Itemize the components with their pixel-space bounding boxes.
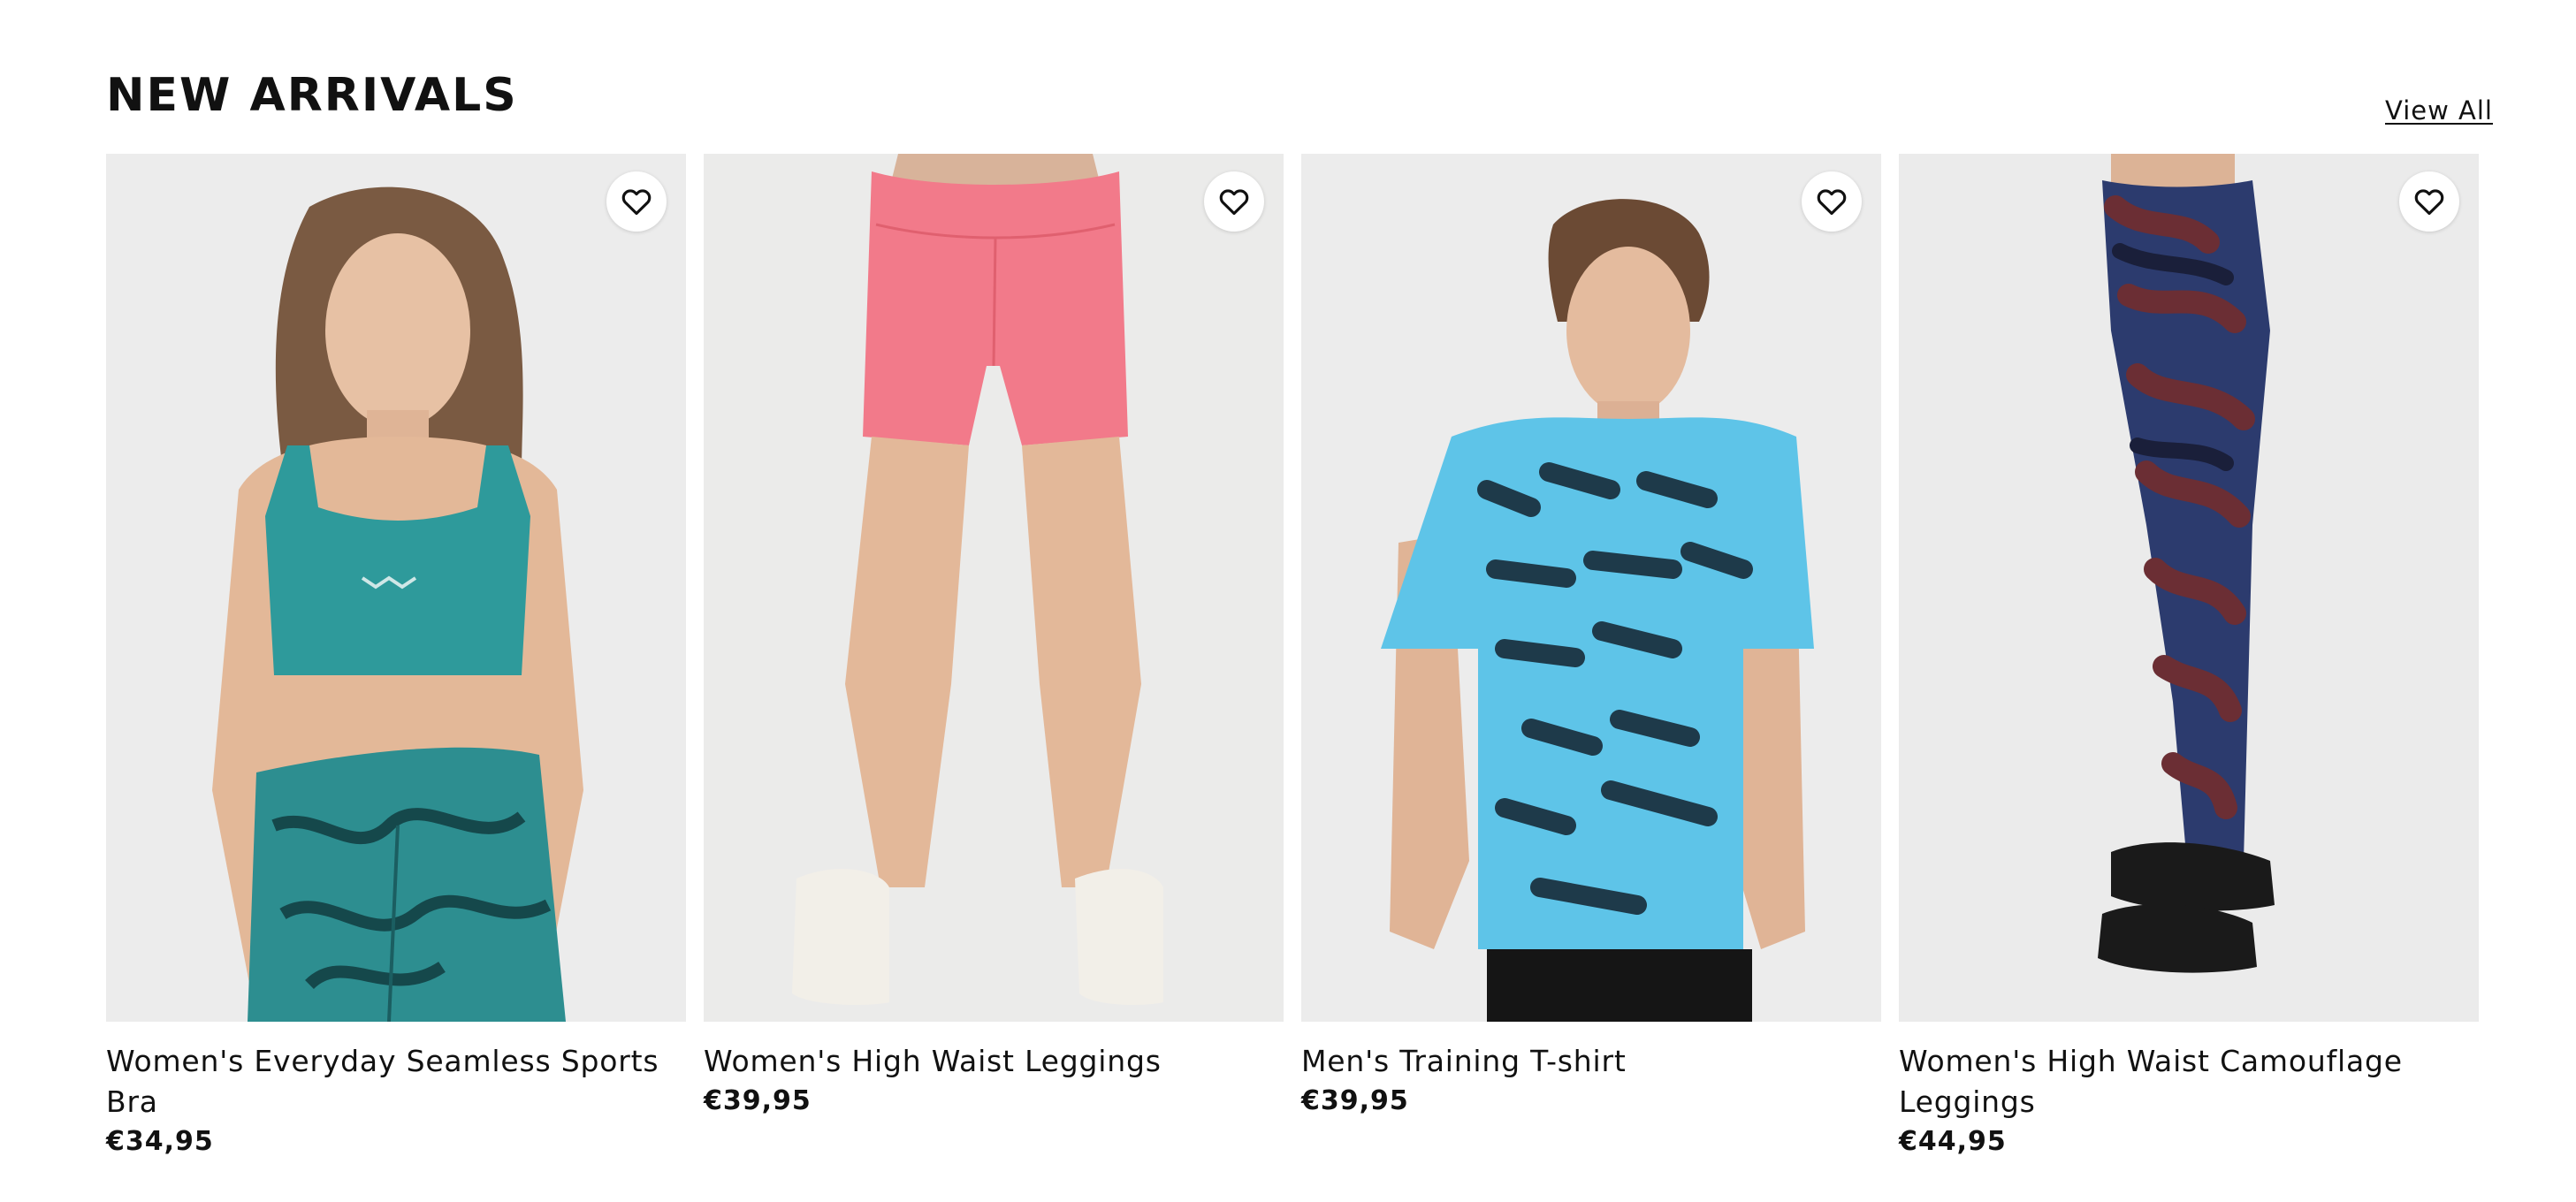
- product-grid: Women's Everyday Seamless Sports Bra €34…: [106, 154, 2493, 1157]
- wishlist-button[interactable]: [1204, 171, 1264, 232]
- product-title[interactable]: Women's High Waist Leggings: [704, 1041, 1269, 1082]
- product-image[interactable]: [1301, 154, 1881, 1022]
- product-card[interactable]: Women's Everyday Seamless Sports Bra €34…: [106, 154, 686, 1157]
- section-title: NEW ARRIVALS: [106, 69, 518, 122]
- product-card[interactable]: Women's High Waist Camouflage Leggings €…: [1899, 154, 2479, 1157]
- wishlist-button[interactable]: [2399, 171, 2459, 232]
- product-image[interactable]: [1899, 154, 2479, 1022]
- product-image[interactable]: [106, 154, 686, 1022]
- product-price: €39,95: [1301, 1085, 1409, 1116]
- product-card[interactable]: Men's Training T-shirt €39,95: [1301, 154, 1881, 1157]
- product-price: €39,95: [704, 1085, 812, 1116]
- section-header: NEW ARRIVALS View All: [106, 69, 2493, 131]
- product-title[interactable]: Women's Everyday Seamless Sports Bra: [106, 1041, 672, 1122]
- wishlist-button[interactable]: [606, 171, 667, 232]
- heart-outline-icon: [1219, 189, 1249, 216]
- heart-outline-icon: [2414, 189, 2444, 216]
- heart-outline-icon: [621, 189, 652, 216]
- product-title[interactable]: Men's Training T-shirt: [1301, 1041, 1867, 1082]
- product-price: €34,95: [106, 1126, 214, 1157]
- product-card[interactable]: Women's High Waist Leggings €39,95: [704, 154, 1284, 1157]
- product-photo: [1301, 154, 1881, 1022]
- product-price: €44,95: [1899, 1126, 2007, 1157]
- new-arrivals-section: NEW ARRIVALS View All Women's Everyday S…: [106, 0, 2493, 1202]
- product-photo: [704, 154, 1284, 1022]
- view-all-link[interactable]: View All: [2385, 95, 2493, 126]
- heart-outline-icon: [1817, 189, 1847, 216]
- product-photo: [106, 154, 686, 1022]
- product-photo: [1899, 154, 2479, 1022]
- product-image[interactable]: [704, 154, 1284, 1022]
- product-title[interactable]: Women's High Waist Camouflage Leggings: [1899, 1041, 2465, 1122]
- wishlist-button[interactable]: [1802, 171, 1862, 232]
